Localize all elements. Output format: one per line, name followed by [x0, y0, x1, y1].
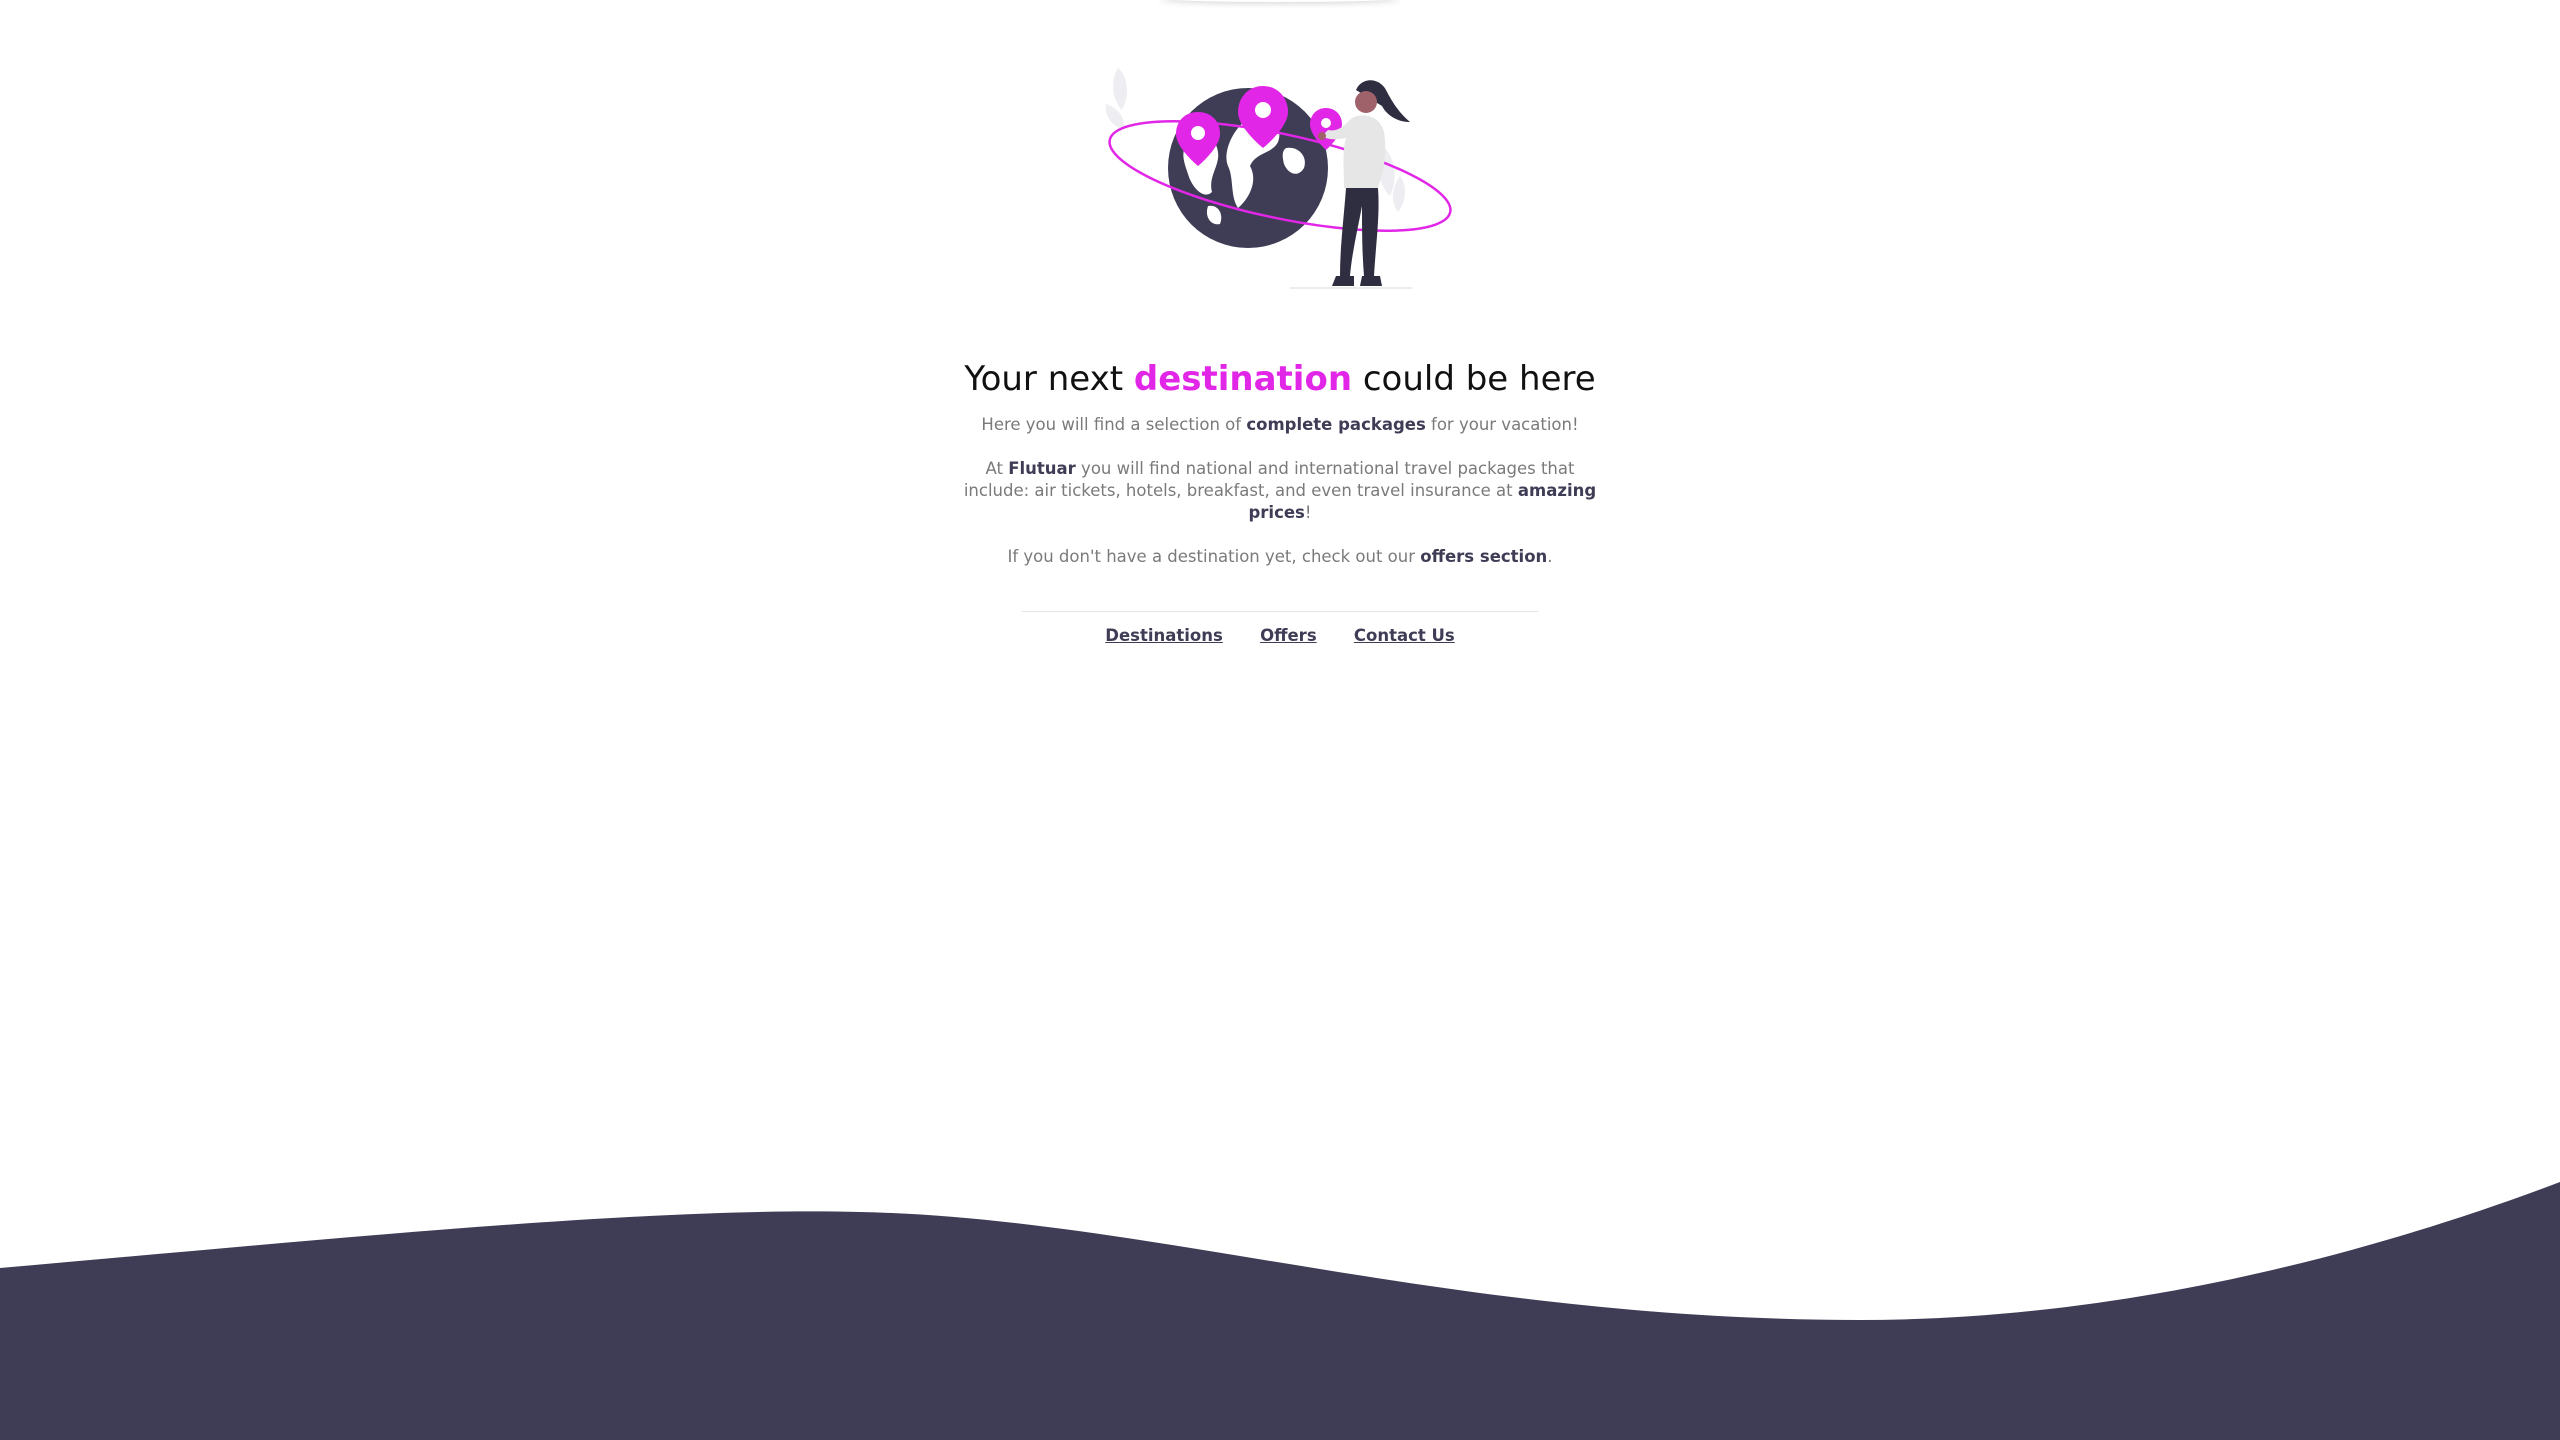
hero-content: Your next destination could be here Here… [880, 350, 1680, 568]
nav-link-offers[interactable]: Offers [1260, 626, 1317, 645]
nav-link-destinations[interactable]: Destinations [1105, 626, 1223, 645]
destination-highlight: destination [1133, 359, 1353, 399]
offers-note-text: If you don't have a destination yet, che… [1007, 547, 1553, 566]
page-title: Your next destination could be here [964, 359, 1596, 399]
leaf-right-small-decoration [1392, 176, 1406, 212]
about-text: At Flutuar you will find national and in… [963, 459, 1597, 522]
top-edge-shadow [1160, 0, 1400, 2]
pin-dot [1321, 118, 1331, 128]
footer-wave [0, 1182, 2560, 1440]
section-divider [1022, 611, 1538, 612]
pin-dot [1191, 126, 1205, 140]
pin-dot [1255, 102, 1271, 118]
travel-illustration [1105, 68, 1452, 289]
footer-nav: Destinations Offers Contact Us [880, 626, 1680, 645]
page: Your next destination could be here Here… [0, 0, 2560, 1440]
brand-name: Flutuar [1008, 459, 1076, 478]
intro-text: Here you will find a selection of comple… [981, 415, 1579, 434]
leaf-left-decoration [1113, 68, 1127, 110]
nav-link-contact-us[interactable]: Contact Us [1354, 626, 1455, 645]
